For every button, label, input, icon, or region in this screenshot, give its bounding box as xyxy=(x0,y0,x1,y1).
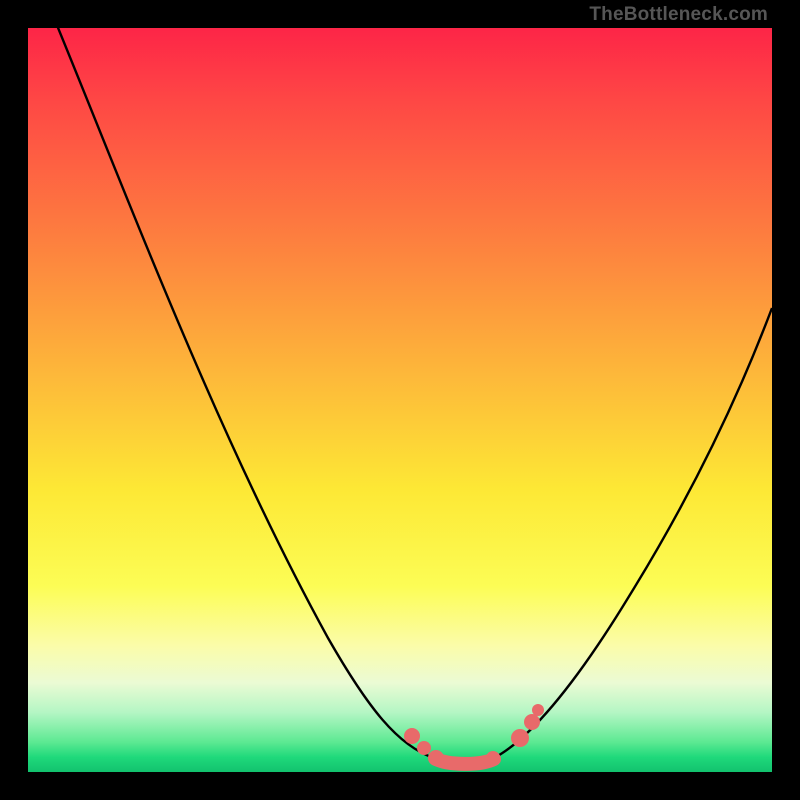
chart-border-bottom xyxy=(0,772,800,800)
trough-marker-6 xyxy=(524,714,540,730)
curve-left-branch xyxy=(54,28,434,758)
chart-border-top xyxy=(0,0,800,28)
trough-highlight xyxy=(436,759,494,764)
chart-border-right xyxy=(772,0,800,800)
chart-frame: TheBottleneck.com xyxy=(0,0,800,800)
chart-border-left xyxy=(0,0,28,800)
trough-marker-4 xyxy=(486,751,500,765)
trough-marker-1 xyxy=(404,728,420,744)
trough-marker-7 xyxy=(532,704,544,716)
curve-svg xyxy=(28,28,772,772)
curve-right-branch xyxy=(494,308,772,758)
plot-area xyxy=(28,28,772,772)
trough-marker-5 xyxy=(511,729,529,747)
trough-marker-3 xyxy=(428,750,444,766)
trough-marker-2 xyxy=(417,741,431,755)
